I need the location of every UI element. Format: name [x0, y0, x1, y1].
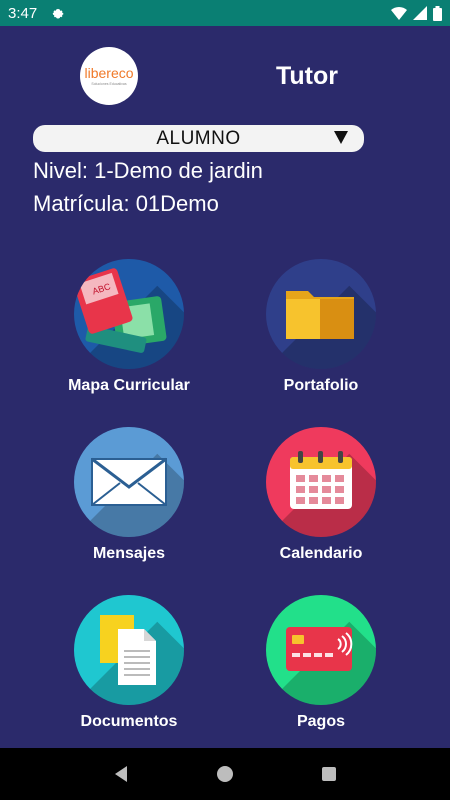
page-title: Tutor [276, 62, 339, 90]
menu-label: Pagos [296, 713, 345, 730]
menu-item-mapa-curricular[interactable]: ABC Mapa Curricular [39, 259, 219, 395]
menu-item-portafolio[interactable]: Portafolio [231, 259, 411, 395]
menu-label: Calendario [279, 545, 363, 562]
menu-icon-circle [266, 595, 376, 705]
battery-icon [433, 5, 442, 21]
wifi-icon [391, 7, 407, 20]
status-bar: 3:47 [0, 0, 450, 26]
logo-tagline: Soluciones Educativas [91, 82, 127, 86]
menu-icon-circle [74, 595, 184, 705]
recents-icon[interactable] [321, 766, 337, 782]
home-icon[interactable] [216, 765, 234, 783]
books-icon: ABC [74, 268, 167, 353]
envelope-icon [91, 457, 167, 506]
gear-icon [52, 8, 64, 19]
card-icon [286, 627, 353, 671]
navigation-bar [0, 748, 450, 800]
dropdown-arrow-icon [334, 131, 348, 144]
logo-brand: libereco [84, 65, 134, 81]
folder-icon [286, 291, 354, 339]
student-enrollment: Matrícula: 01Demo [33, 191, 219, 216]
menu-icon-circle [266, 427, 376, 537]
menu-label: Mapa Curricular [68, 377, 190, 394]
menu-icon-circle [266, 259, 376, 369]
documents-icon [100, 615, 156, 685]
app-logo: libereco Soluciones Educativas [80, 47, 138, 105]
menu-label: Mensajes [92, 545, 166, 562]
student-level: Nivel: 1-Demo de jardin [33, 158, 263, 183]
back-icon[interactable] [113, 765, 129, 783]
menu-label: Portafolio [283, 377, 359, 394]
menu-item-pagos[interactable]: Pagos [231, 595, 411, 731]
role-select[interactable]: ALUMNO [33, 125, 364, 152]
menu-label: Documentos [80, 713, 178, 730]
status-time: 3:47 [8, 4, 38, 22]
menu-icon-circle [74, 427, 184, 537]
menu-item-mensajes[interactable]: Mensajes [39, 427, 219, 563]
calendar-icon [290, 451, 352, 509]
role-select-value: ALUMNO [156, 127, 241, 149]
signal-icon [413, 6, 427, 20]
menu-item-calendario[interactable]: Calendario [231, 427, 411, 563]
menu-icon-circle: ABC [74, 259, 184, 369]
menu-item-documentos[interactable]: Documentos [39, 595, 219, 731]
